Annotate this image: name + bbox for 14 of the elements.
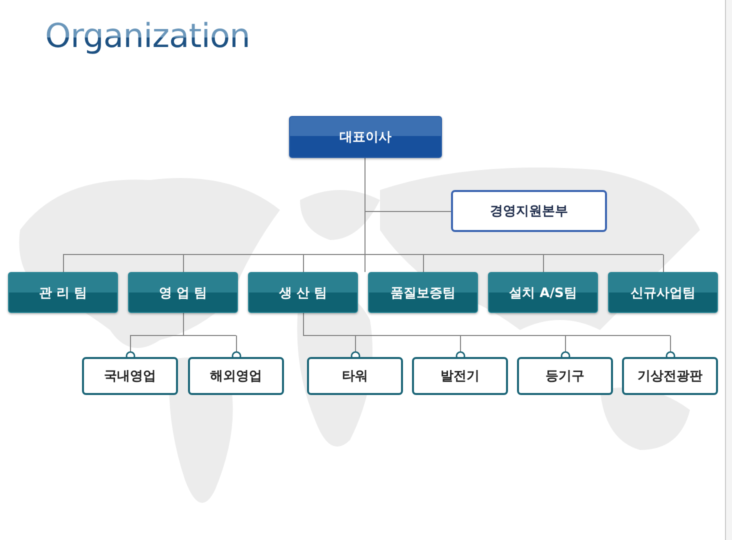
org-node: 등기구 xyxy=(517,357,613,395)
org-node: 신규사업팀 xyxy=(608,272,718,313)
org-node: 기상전광판 xyxy=(622,357,718,395)
org-node: 품질보증팀 xyxy=(368,272,478,313)
org-node: 타워 xyxy=(307,357,403,395)
org-node: 발전기 xyxy=(412,357,508,395)
org-node: 설치 A/S팀 xyxy=(488,272,598,313)
org-node: 영 업 팀 xyxy=(128,272,238,313)
org-node: 국내영업 xyxy=(82,357,178,395)
org-node: 대표이사 xyxy=(289,116,442,158)
org-node: 관 리 팀 xyxy=(8,272,118,313)
org-node: 해외영업 xyxy=(188,357,284,395)
org-node: 생 산 팀 xyxy=(248,272,358,313)
org-node: 경영지원본부 xyxy=(451,190,607,232)
